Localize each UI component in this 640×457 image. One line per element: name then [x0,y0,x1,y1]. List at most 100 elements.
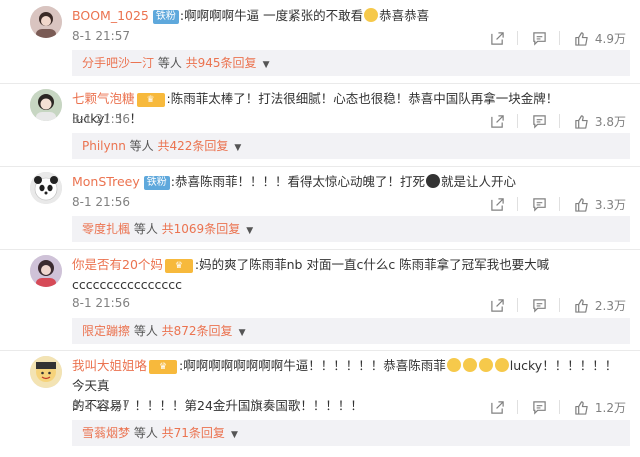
comment-button[interactable] [532,114,547,129]
share-button[interactable] [490,31,505,46]
action-divider [558,298,560,312]
comment-text-tail: 恭喜恭喜 [379,8,430,23]
share-icon [491,400,504,414]
share-button[interactable] [490,400,505,415]
action-divider [516,197,518,211]
action-divider [516,298,518,312]
reply-mid-text: 等人 [130,426,162,440]
comment-text-tail: 就是让人开心 [440,174,516,189]
action-divider [558,400,560,414]
comment-button[interactable] [532,400,547,415]
username[interactable]: 七颗气泡糖 [72,91,135,106]
comment-text: :恭喜陈雨菲！！！！看得太惊心动魄了！打死 [170,174,425,189]
iron-fan-badge: 铁粉 [143,176,170,190]
like-icon [575,298,588,313]
comment-button[interactable] [532,298,547,313]
like-count: 2.3万 [594,298,626,313]
reply-user[interactable]: 零度扎楓 [82,222,130,236]
comment-text: :妈的爽了陈雨菲nb 对面一直c什么c 陈雨菲拿了冠军我也要大喊 [194,257,550,272]
comment-time: 8-1 21:57 [72,29,130,43]
caret-down-icon: ▼ [238,328,246,338]
comment-button[interactable] [532,31,547,46]
reply-summary[interactable]: 限定蹦擦 等人 共872条回复 ▼ [72,318,630,344]
username[interactable]: BOOM_1025 [72,8,149,23]
clap-emoji-icon [446,358,461,372]
reply-user[interactable]: 雪蓊烟梦 [82,426,130,440]
reply-summary[interactable]: 分手吧沙一汀 等人 共945条回复 ▼ [72,50,630,76]
action-divider [558,31,560,45]
clap-emoji-icon [494,358,509,372]
caret-down-icon: ▼ [262,60,270,70]
reply-count[interactable]: 共945条回复 [186,56,257,70]
comment-text: :啊啊啊啊牛逼 一度紧张的不敢看 [179,8,364,23]
reply-user[interactable]: Philynn [82,139,126,153]
avatar[interactable] [30,255,62,287]
caret-down-icon: ▼ [230,430,238,440]
username[interactable]: MonSTreey [72,174,140,189]
caret-down-icon: ▼ [234,143,242,153]
angry-emoji-icon [425,174,440,188]
like-button[interactable]: 3.3万 [574,196,626,213]
comment-time: 8-1 21:57 [72,398,130,412]
like-count: 3.3万 [594,197,626,212]
like-count: 3.8万 [594,114,626,129]
member-badge-icon: ♛ [136,93,165,107]
comment-time: 8-1 21:56 [72,195,130,209]
avatar[interactable] [30,356,62,388]
comment-icon [533,31,546,46]
comment-icon [533,400,546,415]
reply-user[interactable]: 限定蹦擦 [82,324,130,338]
like-button[interactable]: 1.2万 [574,399,626,416]
avatar[interactable] [30,172,62,204]
divider [0,350,640,351]
reply-summary[interactable]: 雪蓊烟梦 等人 共71条回复 ▼ [72,420,630,446]
share-icon [491,114,504,128]
caret-down-icon: ▼ [246,226,254,236]
reply-summary[interactable]: 零度扎楓 等人 共1069条回复 ▼ [72,216,630,242]
like-icon [575,31,588,46]
comment-icon [533,298,546,313]
crying-emoji-icon [364,8,379,22]
reply-mid-text: 等人 [154,56,186,70]
action-divider [516,400,518,414]
like-button[interactable]: 3.8万 [574,113,626,130]
share-button[interactable] [490,197,505,212]
share-button[interactable] [490,114,505,129]
reply-mid-text: 等人 [130,324,162,338]
share-icon [491,31,504,45]
comment-button[interactable] [532,197,547,212]
divider [0,166,640,167]
reply-user[interactable]: 分手吧沙一汀 [82,56,154,70]
share-button[interactable] [490,298,505,313]
share-icon [491,298,504,312]
avatar[interactable] [30,6,62,38]
action-divider [558,114,560,128]
like-count: 4.9万 [594,31,626,46]
comment-text: :啊啊啊啊啊啊啊啊牛逼！！！！！！恭喜陈雨菲 [179,358,446,373]
clap-emoji-icon [462,358,477,372]
like-count: 1.2万 [594,400,626,415]
like-button[interactable]: 4.9万 [574,30,626,47]
reply-count[interactable]: 共71条回复 [162,426,225,440]
comment-time: 8-1 21:56 [72,112,130,126]
reply-count[interactable]: 共872条回复 [162,324,233,338]
comment-text-line2: cccccccccccccccc [72,277,182,292]
reply-summary[interactable]: Philynn 等人 共422条回复 ▼ [72,133,630,159]
comment-icon [533,197,546,212]
action-divider [516,114,518,128]
username[interactable]: 你是否有20个妈 [72,257,163,272]
avatar[interactable] [30,89,62,121]
username[interactable]: 我叫大姐姐咯 [72,358,147,373]
like-icon [575,197,588,212]
member-badge-icon: ♛ [164,259,193,273]
divider [0,249,640,250]
like-button[interactable]: 2.3万 [574,297,626,314]
comment-time: 8-1 21:56 [72,296,130,310]
like-icon [575,114,588,129]
share-icon [491,197,504,211]
like-icon [575,400,588,415]
reply-count[interactable]: 共422条回复 [157,139,228,153]
reply-count[interactable]: 共1069条回复 [162,222,241,236]
divider [0,83,640,84]
comment-icon [533,114,546,129]
